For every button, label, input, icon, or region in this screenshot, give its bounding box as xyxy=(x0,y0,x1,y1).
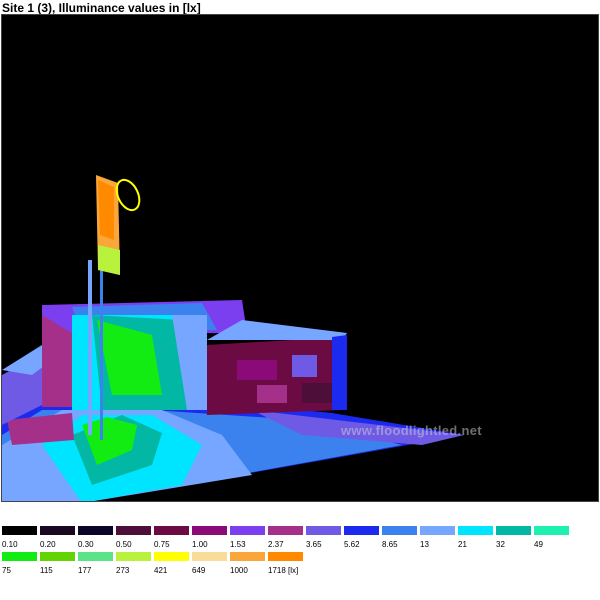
legend-label: 1.00 xyxy=(192,540,208,549)
legend-swatch xyxy=(457,525,494,536)
legend-label: 115 xyxy=(40,566,53,575)
legend-swatch xyxy=(191,525,228,536)
legend-label: 32 xyxy=(496,540,505,549)
legend-swatch xyxy=(39,525,76,536)
legend-label: 13 xyxy=(420,540,429,549)
right-building-window xyxy=(237,360,277,380)
legend-swatch xyxy=(343,525,380,536)
legend-label: 273 xyxy=(116,566,130,575)
legend-label: 21 xyxy=(458,540,467,549)
right-building-window xyxy=(302,383,332,403)
legend-label: 0.10 xyxy=(2,540,18,549)
legend-label: 0.30 xyxy=(78,540,94,549)
watermark-text: www.floodlightled.net xyxy=(341,423,482,438)
render-viewport: www.floodlightled.net xyxy=(1,14,599,502)
legend-swatch xyxy=(1,551,38,562)
legend-swatch xyxy=(115,551,152,562)
legend-swatch xyxy=(229,551,266,562)
right-building-window xyxy=(292,355,317,377)
illuminance-scene xyxy=(2,175,464,501)
legend-swatch xyxy=(77,525,114,536)
legend-label: 177 xyxy=(78,566,92,575)
legend-label: 649 xyxy=(192,566,206,575)
legend-swatch xyxy=(77,551,114,562)
legend-label: 421 xyxy=(154,566,168,575)
legend-swatch xyxy=(267,525,304,536)
legend-label: 1000 xyxy=(230,566,248,575)
legend-swatch xyxy=(381,525,418,536)
legend-label: 0.50 xyxy=(116,540,132,549)
legend-label: 1.53 xyxy=(230,540,246,549)
legend-label: 0.20 xyxy=(40,540,56,549)
legend-label: 1718 [lx] xyxy=(268,566,299,575)
floodlight-panel-lit xyxy=(98,180,114,240)
legend-swatch xyxy=(115,525,152,536)
legend-swatch xyxy=(153,551,190,562)
page-title: Site 1 (3), Illuminance values in [lx] xyxy=(2,1,201,15)
legend-label: 3.65 xyxy=(306,540,322,549)
legend-swatch xyxy=(229,525,266,536)
light-pole xyxy=(100,260,103,440)
legend-swatch xyxy=(533,525,570,536)
legend-label: 49 xyxy=(534,540,543,549)
legend-label: 8.65 xyxy=(382,540,398,549)
legend-swatch xyxy=(305,525,342,536)
legend-swatch xyxy=(419,525,456,536)
legend-label: 0.75 xyxy=(154,540,170,549)
legend-label: 2.37 xyxy=(268,540,284,549)
right-building-window xyxy=(257,385,287,403)
legend-swatch xyxy=(153,525,190,536)
legend-swatch xyxy=(1,525,38,536)
legend-label: 5.62 xyxy=(344,540,360,549)
light-pole xyxy=(88,260,92,435)
legend-swatch xyxy=(495,525,532,536)
legend-swatch xyxy=(39,551,76,562)
legend-label: 75 xyxy=(2,566,11,575)
floodlight-panel-lower xyxy=(98,245,120,275)
right-building-edge xyxy=(332,335,347,410)
legend-swatch xyxy=(267,551,304,562)
legend-swatch xyxy=(191,551,228,562)
